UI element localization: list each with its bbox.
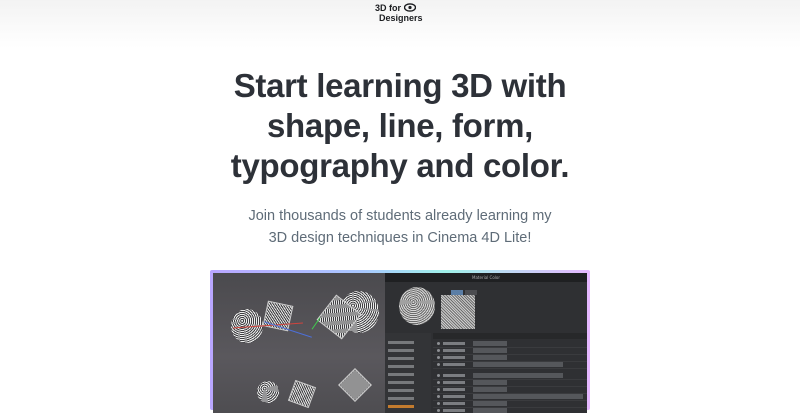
property-row[interactable] — [433, 341, 587, 348]
site-logo[interactable]: 3D for Designers — [375, 3, 435, 25]
channel-item[interactable] — [388, 341, 414, 344]
cinema4d-screenshot: Material Color — [213, 273, 587, 413]
channel-item-selected[interactable] — [388, 405, 414, 408]
property-row[interactable] — [433, 387, 587, 394]
channel-list — [385, 333, 431, 413]
logo-line-1: 3D for — [375, 3, 402, 13]
channel-item[interactable] — [388, 365, 414, 368]
material-panel: Material Color — [385, 273, 587, 413]
channel-item[interactable] — [388, 349, 414, 352]
subtext-line: Join thousands of students already learn… — [248, 208, 552, 224]
channel-item[interactable] — [388, 381, 414, 384]
property-row[interactable] — [433, 355, 587, 362]
property-row[interactable] — [433, 408, 587, 413]
panel-title: Material Color — [385, 273, 587, 282]
subtext-line: 3D design techniques in Cinema 4D Lite! — [268, 230, 532, 246]
noise-cube — [338, 368, 372, 402]
hero-headline: Start learning 3D with shape, line, form… — [150, 66, 650, 186]
channel-item[interactable] — [388, 357, 414, 360]
texture-preview — [441, 295, 475, 329]
property-row[interactable] — [433, 348, 587, 355]
property-row[interactable] — [433, 401, 587, 408]
logo-line-2: Designers — [379, 13, 423, 23]
headline-line: shape, line, form, — [267, 107, 533, 144]
channel-item[interactable] — [388, 389, 414, 392]
shader-properties-header — [433, 333, 587, 339]
hero-subtext: Join thousands of students already learn… — [200, 205, 600, 249]
property-row[interactable] — [433, 373, 587, 380]
material-preview-sphere — [399, 287, 435, 325]
eye-icon — [404, 3, 416, 12]
headline-line: typography and color. — [230, 147, 570, 184]
headline-line: Start learning 3D with — [233, 67, 567, 104]
property-row[interactable] — [433, 362, 587, 369]
3d-viewport — [213, 273, 385, 413]
channel-item[interactable] — [388, 373, 414, 376]
property-row[interactable] — [433, 380, 587, 387]
noise-cube — [287, 379, 317, 409]
